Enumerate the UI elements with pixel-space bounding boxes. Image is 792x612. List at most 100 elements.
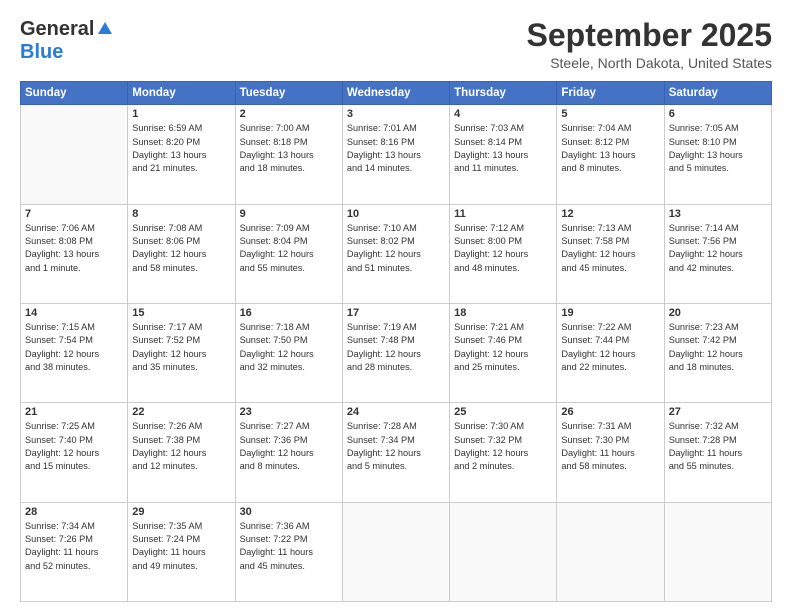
day-number: 22 — [132, 406, 230, 418]
day-info: Sunrise: 7:06 AMSunset: 8:08 PMDaylight:… — [25, 222, 123, 275]
logo-icon — [96, 20, 114, 38]
day-info: Sunrise: 7:27 AMSunset: 7:36 PMDaylight:… — [240, 420, 338, 473]
calendar-day-cell: 17 Sunrise: 7:19 AMSunset: 7:48 PMDayligh… — [342, 303, 449, 402]
day-number: 18 — [454, 307, 552, 319]
calendar-day-cell: 15Sunrise: 7:17 AMSunset: 7:52 PMDayligh… — [128, 303, 235, 402]
calendar-day-cell: 10Sunrise: 7:10 AMSunset: 8:02 PMDayligh… — [342, 204, 449, 303]
day-number: 7 — [25, 208, 123, 220]
day-number: 6 — [669, 108, 767, 120]
location: Steele, North Dakota, United States — [527, 55, 772, 71]
day-info: Sunrise: 7:14 AMSunset: 7:56 PMDaylight:… — [669, 222, 767, 275]
day-info: Sunrise: 7:04 AMSunset: 8:12 PMDaylight:… — [561, 122, 659, 175]
day-info: Sunrise: 7:15 AMSunset: 7:54 PMDaylight:… — [25, 321, 123, 374]
calendar-day-cell: 29 Sunrise: 7:35 AMSunset: 7:24 PMDayligh… — [128, 502, 235, 601]
calendar-day-cell — [664, 502, 771, 601]
day-number: 23 — [240, 406, 338, 418]
day-number: 17 — [347, 307, 445, 319]
calendar-day-cell — [21, 105, 128, 204]
day-info: Sunrise: 7:26 AMSunset: 7:38 PMDaylight:… — [132, 420, 230, 473]
calendar-day-cell: 28Sunrise: 7:34 AMSunset: 7:26 PMDayligh… — [21, 502, 128, 601]
day-info: Sunrise: 7:01 AMSunset: 8:16 PMDaylight:… — [347, 122, 445, 175]
calendar-day-cell: 6 Sunrise: 7:05 AMSunset: 8:10 PMDaylight… — [664, 105, 771, 204]
calendar-day-cell: 14 Sunrise: 7:15 AMSunset: 7:54 PMDayligh… — [21, 303, 128, 402]
calendar-day-header: Thursday — [450, 82, 557, 105]
day-info: Sunrise: 7:03 AMSunset: 8:14 PMDaylight:… — [454, 122, 552, 175]
calendar-day-cell — [342, 502, 449, 601]
calendar-day-cell: 8 Sunrise: 7:08 AMSunset: 8:06 PMDaylight… — [128, 204, 235, 303]
calendar-day-cell: 25 Sunrise: 7:30 AMSunset: 7:32 PMDayligh… — [450, 403, 557, 502]
calendar-day-cell: 5 Sunrise: 7:04 AMSunset: 8:12 PMDaylight… — [557, 105, 664, 204]
day-number: 11 — [454, 208, 552, 220]
day-info: Sunrise: 7:32 AMSunset: 7:28 PMDaylight:… — [669, 420, 767, 473]
day-info: Sunrise: 7:18 AMSunset: 7:50 PMDaylight:… — [240, 321, 338, 374]
calendar-day-cell: 18 Sunrise: 7:21 AMSunset: 7:46 PMDayligh… — [450, 303, 557, 402]
calendar-day-cell: 30Sunrise: 7:36 AMSunset: 7:22 PMDayligh… — [235, 502, 342, 601]
calendar-table: SundayMondayTuesdayWednesdayThursdayFrid… — [20, 81, 772, 602]
day-info: Sunrise: 7:13 AMSunset: 7:58 PMDaylight:… — [561, 222, 659, 275]
day-info: Sunrise: 7:12 AMSunset: 8:00 PMDaylight:… — [454, 222, 552, 275]
day-number: 2 — [240, 108, 338, 120]
calendar-day-header: Sunday — [21, 82, 128, 105]
calendar-day-cell: 7 Sunrise: 7:06 AMSunset: 8:08 PMDaylight… — [21, 204, 128, 303]
day-info: Sunrise: 7:25 AMSunset: 7:40 PMDaylight:… — [25, 420, 123, 473]
calendar-day-cell: 19Sunrise: 7:22 AMSunset: 7:44 PMDayligh… — [557, 303, 664, 402]
calendar-day-cell: 23 Sunrise: 7:27 AMSunset: 7:36 PMDayligh… — [235, 403, 342, 502]
day-number: 15 — [132, 307, 230, 319]
day-number: 5 — [561, 108, 659, 120]
calendar-day-cell: 20Sunrise: 7:23 AMSunset: 7:42 PMDayligh… — [664, 303, 771, 402]
calendar-day-cell: 22 Sunrise: 7:26 AMSunset: 7:38 PMDayligh… — [128, 403, 235, 502]
calendar-day-header: Saturday — [664, 82, 771, 105]
calendar-day-cell: 11 Sunrise: 7:12 AMSunset: 8:00 PMDayligh… — [450, 204, 557, 303]
day-info: Sunrise: 7:00 AMSunset: 8:18 PMDaylight:… — [240, 122, 338, 175]
day-info: Sunrise: 7:21 AMSunset: 7:46 PMDaylight:… — [454, 321, 552, 374]
calendar-day-header: Friday — [557, 82, 664, 105]
calendar-day-header: Monday — [128, 82, 235, 105]
day-number: 12 — [561, 208, 659, 220]
page: General Blue September 2025 Steele, Nort… — [0, 0, 792, 612]
logo: General Blue — [20, 18, 114, 64]
day-info: Sunrise: 7:36 AMSunset: 7:22 PMDaylight:… — [240, 520, 338, 573]
calendar-week-row: 28Sunrise: 7:34 AMSunset: 7:26 PMDayligh… — [21, 502, 772, 601]
calendar-day-cell: 4 Sunrise: 7:03 AMSunset: 8:14 PMDaylight… — [450, 105, 557, 204]
day-number: 3 — [347, 108, 445, 120]
day-info: Sunrise: 7:08 AMSunset: 8:06 PMDaylight:… — [132, 222, 230, 275]
day-number: 8 — [132, 208, 230, 220]
day-info: Sunrise: 7:31 AMSunset: 7:30 PMDaylight:… — [561, 420, 659, 473]
day-info: Sunrise: 7:35 AMSunset: 7:24 PMDaylight:… — [132, 520, 230, 573]
logo-blue-text: Blue — [20, 41, 63, 64]
day-number: 29 — [132, 506, 230, 518]
day-number: 14 — [25, 307, 123, 319]
title-block: September 2025 Steele, North Dakota, Uni… — [527, 18, 772, 71]
day-number: 24 — [347, 406, 445, 418]
day-number: 28 — [25, 506, 123, 518]
calendar-day-cell: 12 Sunrise: 7:13 AMSunset: 7:58 PMDayligh… — [557, 204, 664, 303]
calendar-day-cell: 2 Sunrise: 7:00 AMSunset: 8:18 PMDaylight… — [235, 105, 342, 204]
header: General Blue September 2025 Steele, Nort… — [20, 18, 772, 71]
calendar-day-cell: 27 Sunrise: 7:32 AMSunset: 7:28 PMDayligh… — [664, 403, 771, 502]
month-title: September 2025 — [527, 18, 772, 53]
day-number: 1 — [132, 108, 230, 120]
day-info: Sunrise: 7:28 AMSunset: 7:34 PMDaylight:… — [347, 420, 445, 473]
calendar-day-cell: 13 Sunrise: 7:14 AMSunset: 7:56 PMDayligh… — [664, 204, 771, 303]
day-number: 27 — [669, 406, 767, 418]
day-info: Sunrise: 7:10 AMSunset: 8:02 PMDaylight:… — [347, 222, 445, 275]
day-info: Sunrise: 7:19 AMSunset: 7:48 PMDaylight:… — [347, 321, 445, 374]
day-info: Sunrise: 7:30 AMSunset: 7:32 PMDaylight:… — [454, 420, 552, 473]
calendar-day-header: Wednesday — [342, 82, 449, 105]
day-number: 4 — [454, 108, 552, 120]
calendar-week-row: 21Sunrise: 7:25 AMSunset: 7:40 PMDayligh… — [21, 403, 772, 502]
calendar-day-cell: 16 Sunrise: 7:18 AMSunset: 7:50 PMDayligh… — [235, 303, 342, 402]
day-number: 16 — [240, 307, 338, 319]
day-info: Sunrise: 6:59 AMSunset: 8:20 PMDaylight:… — [132, 122, 230, 175]
day-info: Sunrise: 7:09 AMSunset: 8:04 PMDaylight:… — [240, 222, 338, 275]
calendar-day-cell — [557, 502, 664, 601]
calendar-week-row: 1 Sunrise: 6:59 AMSunset: 8:20 PMDaylight… — [21, 105, 772, 204]
calendar-day-cell: 24 Sunrise: 7:28 AMSunset: 7:34 PMDayligh… — [342, 403, 449, 502]
calendar-header-row: SundayMondayTuesdayWednesdayThursdayFrid… — [21, 82, 772, 105]
day-number: 13 — [669, 208, 767, 220]
calendar-day-cell: 26Sunrise: 7:31 AMSunset: 7:30 PMDayligh… — [557, 403, 664, 502]
day-number: 19 — [561, 307, 659, 319]
day-info: Sunrise: 7:05 AMSunset: 8:10 PMDaylight:… — [669, 122, 767, 175]
calendar-day-cell: 3 Sunrise: 7:01 AMSunset: 8:16 PMDaylight… — [342, 105, 449, 204]
day-number: 25 — [454, 406, 552, 418]
